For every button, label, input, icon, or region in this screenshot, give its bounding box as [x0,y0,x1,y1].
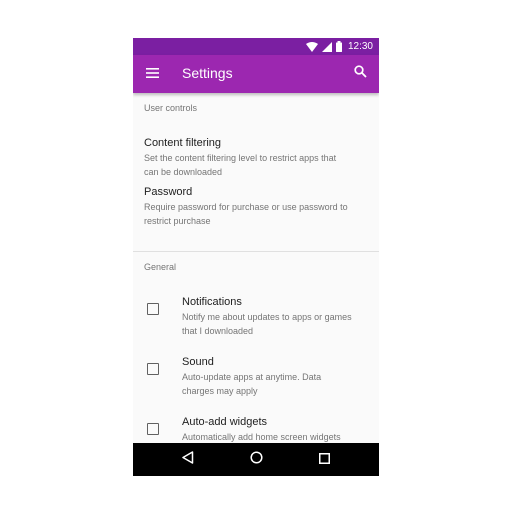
subtitle-line: can be downloaded [144,167,223,177]
subtitle-line: Set the content filtering level to restr… [144,153,337,163]
menu-button[interactable] [143,65,161,83]
status-time: 12:30 [347,41,373,52]
cell-signal-icon [321,41,332,52]
nav-bar [133,443,379,476]
status-icons: 12:30 [305,40,373,53]
item-title: Auto-add widgets [182,416,267,428]
subtitle-line: Notify me about updates to apps or games [182,312,352,322]
back-icon [182,451,194,469]
status-bar: 12:30 [133,38,379,55]
item-subtitle: Set the content filtering level to restr… [144,151,366,179]
item-subtitle: Automatically add home screen widgets [182,430,372,443]
subtitle-line: that I downloaded [182,326,254,336]
home-icon [249,451,263,469]
item-title: Content filtering [144,137,222,149]
home-button[interactable] [248,451,264,469]
section-header-user-controls: User controls [144,103,198,113]
wifi-icon [305,41,318,52]
search-button[interactable] [351,65,369,83]
sound-checkbox[interactable] [147,363,159,375]
item-title: Notifications [182,296,242,308]
item-subtitle: Auto-update apps at anytime. Data charge… [182,370,372,398]
settings-list: User controls Content filtering Set the … [133,93,379,443]
battery-icon [335,41,342,52]
menu-icon [145,65,159,83]
subtitle-line: Require password for purchase or use pas… [144,202,348,212]
recents-icon [318,451,330,469]
notifications-checkbox[interactable] [147,303,159,315]
subtitle-line: Auto-update apps at anytime. Data [182,372,322,382]
recents-button[interactable] [316,452,332,468]
item-title: Sound [182,356,214,368]
section-header-general: General [144,262,177,272]
item-subtitle: Notify me about updates to apps or games… [182,310,372,338]
subtitle-line: Automatically add home screen widgets [182,432,341,442]
auto-add-widgets-checkbox[interactable] [147,423,159,435]
app-bar: Settings [133,55,379,93]
back-button[interactable] [180,451,196,469]
item-subtitle: Require password for purchase or use pas… [144,200,366,228]
subtitle-line: restrict purchase [144,216,211,226]
divider [133,251,379,252]
search-icon [353,65,367,83]
phone-screen: 12:30 Settings User controls Content fil… [133,38,379,476]
page-title: Settings [182,65,233,81]
subtitle-line: charges may apply [182,386,258,396]
item-title: Password [144,186,193,198]
